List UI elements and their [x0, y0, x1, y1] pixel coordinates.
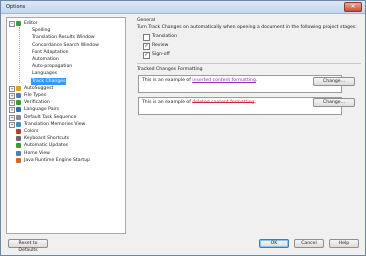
tree-item[interactable]: Default Task Sequence [23, 114, 77, 121]
close-button[interactable]: ✕ [344, 2, 362, 12]
inserted-format-preview: This is an example of inserted content f… [138, 75, 342, 93]
tree-item[interactable]: Automatic Updates [23, 142, 69, 149]
general-description: Turn Track Changes on automatically when… [137, 25, 357, 30]
tree-item[interactable]: File Types [23, 92, 47, 99]
tree-item-label: Automation [32, 57, 59, 62]
formatting-heading: Tracked Changes Formatting [137, 67, 203, 72]
tree-item-label: Colors [24, 129, 39, 134]
keyboard-icon [16, 136, 21, 142]
tree-item-label: Language Pairs [24, 107, 60, 113]
tree-item-label: Track Changes [31, 77, 67, 85]
tree-item-label: Editor [24, 21, 38, 26]
preview-prefix: This is an example of [142, 100, 193, 105]
tree-item[interactable]: Font Adaptation [31, 49, 70, 56]
tree-item[interactable]: Auto-propagation [31, 63, 73, 70]
file-types-icon [16, 93, 21, 98]
tree-item-label: Font Adaptation [32, 49, 69, 55]
tree-item[interactable]: Colors [23, 128, 39, 135]
expand-icon[interactable]: + [9, 114, 15, 121]
stage-translation-label: Translation [152, 34, 178, 39]
collapse-icon[interactable]: − [9, 21, 15, 27]
tree-item-label: File Types [24, 93, 47, 98]
tree-item-label: Default Task Sequence [24, 114, 77, 120]
checkbox-box[interactable]: ✓ [143, 43, 150, 50]
expand-icon[interactable]: + [9, 107, 15, 114]
tree-item[interactable]: Language Pairs [23, 106, 60, 113]
tree-item-label: Spelling [32, 28, 51, 34]
tree-item[interactable]: AutoSuggest [23, 85, 54, 92]
deleted-format-preview: This is an example of deleted content fo… [138, 97, 342, 115]
colors-icon [16, 129, 21, 134]
tree-item[interactable]: Keyboard Shortcuts [23, 135, 70, 142]
dialog-title: Options [6, 4, 26, 10]
tree-item[interactable]: Verification [23, 99, 51, 106]
home-view-icon [16, 150, 21, 156]
section-divider [137, 63, 361, 64]
tm-view-icon [16, 121, 21, 127]
expand-icon[interactable]: + [9, 93, 15, 99]
change-delete-format-button[interactable]: Change... [313, 98, 355, 107]
ok-button[interactable]: OK [259, 239, 289, 248]
preview-prefix: This is an example of [142, 78, 193, 83]
general-heading: General [137, 18, 156, 23]
tree-item-label: Translation Results Window [32, 35, 95, 41]
tree-item[interactable]: Home View [23, 150, 51, 157]
verification-icon [16, 100, 21, 106]
inserted-sample-text: inserted content formatting [192, 78, 256, 83]
tree-item[interactable]: Translation Memories View [23, 121, 86, 128]
tree-item[interactable]: Editor [23, 20, 39, 27]
tree-guide-line [19, 27, 20, 83]
tree-item[interactable]: Spelling [31, 27, 51, 34]
tree-item[interactable]: Languages [31, 70, 58, 77]
tree-item-label: Home View [24, 150, 50, 156]
cancel-button[interactable]: Cancel [294, 239, 324, 248]
tree-item-label: AutoSuggest [24, 85, 54, 91]
title-bar[interactable]: Options ✕ [1, 1, 365, 14]
preview-suffix: . [254, 100, 256, 105]
expand-icon[interactable]: + [9, 121, 15, 128]
tree-item-label: Verification [24, 100, 50, 106]
tree-item-label: Translation Memories View [24, 121, 86, 127]
deleted-sample-text: deleted content formatting [192, 100, 255, 105]
options-tree[interactable]: Editor − Spelling Translation Results Windo… [6, 17, 126, 234]
expand-icon[interactable]: + [9, 85, 15, 92]
language-pairs-icon [16, 107, 21, 113]
preview-suffix: . [255, 78, 258, 83]
tree-item[interactable]: Track Changes [31, 77, 67, 85]
tree-item-label: Languages [32, 71, 58, 77]
help-button[interactable]: Help [329, 239, 359, 248]
editor-icon [16, 21, 21, 26]
task-sequence-icon [16, 114, 21, 120]
tree-item[interactable]: Java Runtime Engine Startup [23, 157, 91, 164]
stage-review-label: Review [152, 43, 169, 48]
expand-icon[interactable]: + [9, 100, 15, 107]
tree-item-label: Java Runtime Engine Startup [24, 157, 91, 163]
options-dialog: Options ✕ Editor − Spelling Translation Res… [0, 0, 366, 256]
tree-item-label: Auto-propagation [32, 64, 73, 70]
tree-item-label: Keyboard Shortcuts [24, 136, 70, 142]
checkbox-box[interactable]: ✓ [143, 52, 150, 59]
tree-item-label: Automatic Updates [24, 143, 69, 149]
tree-item[interactable]: Automation [31, 56, 60, 63]
checkbox-box[interactable] [143, 34, 150, 41]
tree-item[interactable]: Translation Results Window [31, 34, 96, 41]
tree-item-label: Concordance Search Window [32, 42, 99, 48]
autosuggest-icon [16, 85, 21, 91]
java-icon [16, 157, 21, 163]
change-insert-format-button[interactable]: Change... [313, 77, 355, 86]
reset-to-defaults-button[interactable]: Reset to Defaults [8, 239, 48, 253]
tree-item[interactable]: Concordance Search Window [31, 42, 100, 49]
stage-signoff-label: Sign-off [152, 52, 170, 57]
updates-icon [16, 143, 21, 149]
